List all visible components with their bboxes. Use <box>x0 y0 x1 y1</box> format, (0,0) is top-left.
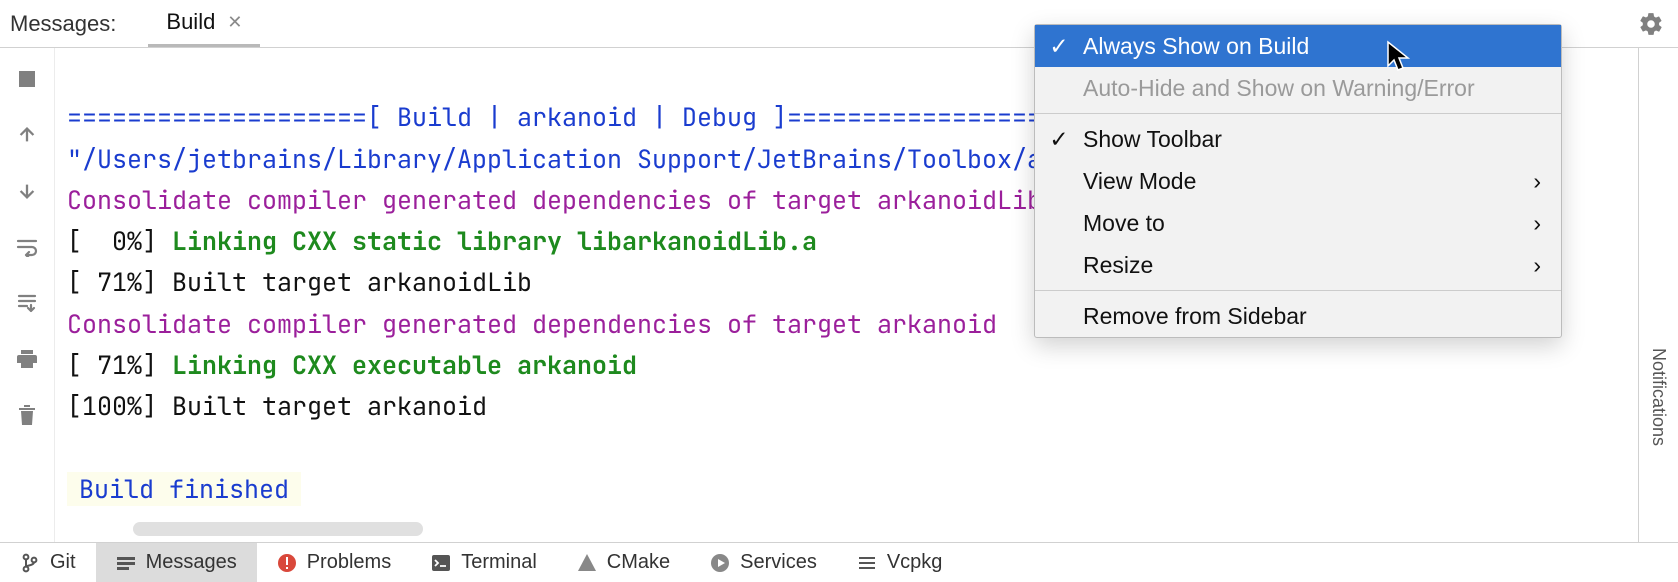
bottom-tab-git[interactable]: Git <box>0 543 96 582</box>
chevron-right-icon: › <box>1533 210 1541 237</box>
scroll-to-end-icon[interactable] <box>12 288 42 318</box>
console-line: Consolidate compiler generated dependenc… <box>67 307 997 341</box>
bottom-tab-terminal[interactable]: Terminal <box>411 543 557 582</box>
menu-separator <box>1035 113 1561 114</box>
services-icon <box>710 553 730 573</box>
bottom-tab-services[interactable]: Services <box>690 543 837 582</box>
bottom-tab-vcpkg[interactable]: Vcpkg <box>837 543 963 582</box>
check-icon: ✓ <box>1049 33 1069 60</box>
cmake-icon <box>577 553 597 573</box>
close-icon[interactable]: ✕ <box>227 12 242 33</box>
bottom-toolbar: Git Messages Problems Terminal CMake Ser… <box>0 542 1678 582</box>
terminal-icon <box>431 553 451 573</box>
bottom-tab-problems[interactable]: Problems <box>257 543 411 582</box>
vcpkg-icon <box>857 553 877 573</box>
messages-icon <box>116 553 136 573</box>
console-line: [ 71%] Linking CXX executable arkanoid <box>67 348 637 382</box>
print-icon[interactable] <box>12 344 42 374</box>
up-arrow-icon[interactable] <box>12 120 42 150</box>
menu-auto-hide[interactable]: Auto-Hide and Show on Warning/Error <box>1035 67 1561 109</box>
tab-build-label: Build <box>166 9 215 35</box>
console-line: Consolidate compiler generated dependenc… <box>67 183 1042 217</box>
notifications-tab[interactable]: Notifications <box>1648 348 1669 446</box>
right-sidebar: Notifications <box>1638 48 1678 542</box>
stop-button[interactable] <box>12 64 42 94</box>
console-line: [100%] Built target arkanoid <box>67 389 487 423</box>
down-arrow-icon[interactable] <box>12 176 42 206</box>
soft-wrap-icon[interactable] <box>12 232 42 262</box>
gear-icon[interactable] <box>1638 11 1664 37</box>
check-icon: ✓ <box>1049 126 1069 153</box>
build-finished-line: Build finished <box>67 472 301 506</box>
menu-resize[interactable]: Resize › <box>1035 244 1561 286</box>
menu-remove-from-sidebar[interactable]: Remove from Sidebar <box>1035 295 1561 337</box>
console-line: "/Users/jetbrains/Library/Application Su… <box>67 142 1042 176</box>
menu-show-toolbar[interactable]: ✓ Show Toolbar <box>1035 118 1561 160</box>
left-toolbar <box>0 48 55 542</box>
console-line: [ 71%] Built target arkanoidLib <box>67 265 532 299</box>
console-line: [ 0%] Linking CXX static library libarka… <box>67 224 817 258</box>
trash-icon[interactable] <box>12 400 42 430</box>
panel-title: Messages: <box>10 11 126 37</box>
problems-icon <box>277 553 297 573</box>
git-branch-icon <box>20 553 40 573</box>
horizontal-scrollbar[interactable] <box>133 522 423 536</box>
chevron-right-icon: › <box>1533 168 1541 195</box>
panel-options-menu: ✓ Always Show on Build Auto-Hide and Sho… <box>1034 24 1562 338</box>
tab-build[interactable]: Build ✕ <box>148 0 260 47</box>
bottom-tab-cmake[interactable]: CMake <box>557 543 690 582</box>
bottom-tab-messages[interactable]: Messages <box>96 543 257 582</box>
chevron-right-icon: › <box>1533 252 1541 279</box>
menu-view-mode[interactable]: View Mode › <box>1035 160 1561 202</box>
menu-always-show-on-build[interactable]: ✓ Always Show on Build <box>1035 25 1561 67</box>
menu-separator <box>1035 290 1561 291</box>
menu-move-to[interactable]: Move to › <box>1035 202 1561 244</box>
